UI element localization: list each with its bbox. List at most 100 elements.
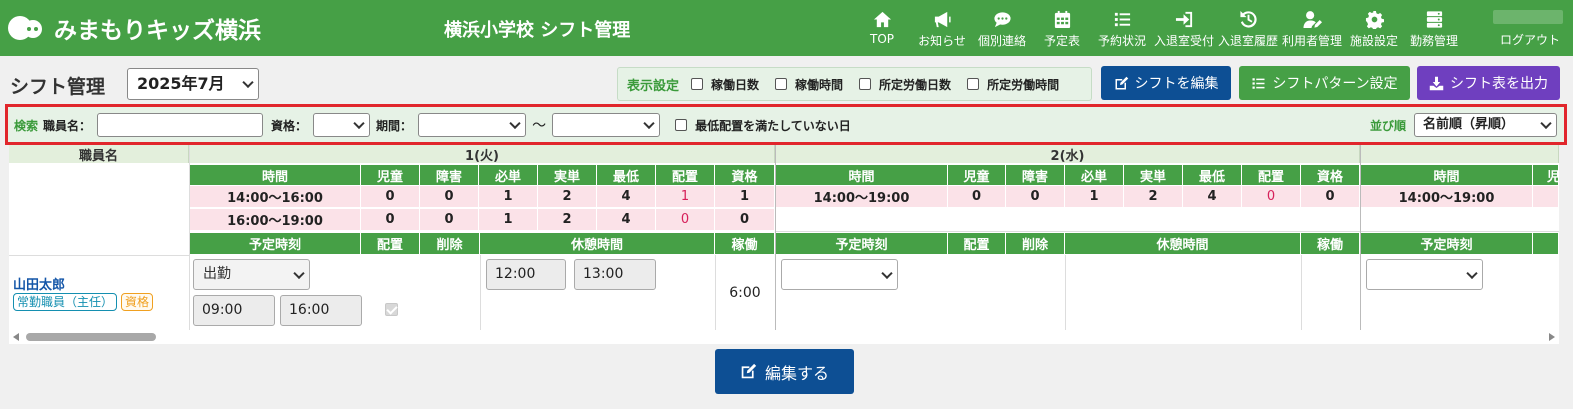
col-required-units: 必単: [1065, 165, 1124, 185]
search-title: 検索: [14, 118, 39, 133]
start-time-input[interactable]: 09:00: [193, 295, 275, 326]
logout-link[interactable]: ログアウト: [1500, 31, 1560, 48]
sort-select[interactable]: 名前順（昇順）: [1414, 113, 1557, 137]
summary-time: 14:00〜16:00: [190, 186, 361, 208]
col-time: 時間: [190, 165, 361, 185]
period-label: 期間：: [376, 118, 413, 133]
qualification-label: 資格：: [271, 118, 308, 133]
period-start-select[interactable]: [418, 113, 527, 137]
break-end-input[interactable]: 13:00: [574, 259, 656, 290]
export-shift-button[interactable]: シフト表を出力: [1417, 66, 1560, 100]
attendance-select[interactable]: [781, 259, 898, 290]
summary-actual: 2: [1124, 186, 1183, 208]
summary-disabled: 0: [420, 209, 479, 231]
summary-qualification: 0: [1301, 186, 1360, 208]
col-children-partial: 児: [1533, 165, 1559, 185]
megaphone-icon: [933, 8, 952, 30]
scroll-left-icon[interactable]: [13, 333, 19, 341]
summary-disabled: 0: [420, 186, 479, 208]
col-minimum: 最低: [597, 165, 656, 185]
horizontal-scrollbar[interactable]: [9, 330, 1559, 344]
checkbox-working-hours[interactable]: [775, 78, 788, 90]
summary-required: 1: [1065, 186, 1124, 208]
chevron-down-icon: [1540, 117, 1552, 130]
col-actual-units: 実単: [538, 165, 597, 185]
nav-facility-settings[interactable]: 施設設定: [1344, 6, 1404, 52]
col-placement: 配置: [361, 233, 420, 254]
calendar-icon: [1053, 8, 1072, 30]
summary-children: 0: [948, 186, 1006, 208]
main-nav: TOP お知らせ 個別連絡 予定表 予約状況 入退室受付 入退室履歴 利用者管理…: [852, 6, 1464, 52]
checkbox-working-days[interactable]: [691, 78, 704, 90]
col-working: 稼働: [1301, 233, 1360, 254]
scroll-right-icon[interactable]: [1549, 333, 1555, 341]
col-children: 児童: [361, 165, 420, 185]
working-hours: 6:00: [729, 284, 761, 301]
checkbox-scheduled-hours[interactable]: [967, 78, 980, 90]
server-icon: [1425, 8, 1444, 30]
attendance-select[interactable]: [1366, 259, 1483, 290]
col-children: 児童: [948, 165, 1006, 185]
min-staff-label: 最低配置を満たしていない日: [695, 118, 851, 133]
min-staff-checkbox[interactable]: [675, 119, 688, 131]
staff-column-header: 職員名: [9, 145, 189, 164]
display-settings: 表示設定 稼働日数 稼働時間 所定労働日数 所定労働時間: [617, 67, 1092, 101]
col-break-time: 休憩時間: [1065, 233, 1301, 254]
logo[interactable]: みまもりキッズ横浜: [8, 12, 261, 44]
nav-schedule[interactable]: 予定表: [1032, 6, 1092, 52]
checkbox-scheduled-days[interactable]: [859, 78, 872, 90]
summary-time: 16:00〜19:00: [190, 209, 361, 231]
history-icon: [1239, 8, 1258, 30]
employment-badge: 常勤職員（主任）: [13, 293, 118, 311]
break-start-input[interactable]: 12:00: [486, 259, 566, 290]
nav-history[interactable]: 入退室履歴: [1216, 6, 1280, 52]
summary-placement: 1: [656, 186, 715, 208]
logo-text: みまもりキッズ横浜: [54, 18, 261, 44]
shift-grid: 職員名 1(火) 時間 児童 障害 必単 実単 最低 配置 資格 14:00〜1…: [9, 145, 1559, 330]
edit-shift-button[interactable]: シフトを編集: [1101, 66, 1231, 100]
nav-messages[interactable]: 個別連絡: [972, 6, 1032, 52]
col-qualification: 資格: [1301, 165, 1360, 185]
edit-icon: [1115, 76, 1128, 89]
user-name-blurred: [1490, 10, 1565, 24]
col-placement: 配置: [1242, 165, 1301, 185]
page-title: シフト管理: [10, 76, 106, 98]
chevron-down-icon: [353, 117, 365, 130]
chevron-down-icon: [643, 117, 655, 130]
scroll-thumb[interactable]: [26, 333, 156, 341]
nav-users[interactable]: 利用者管理: [1280, 6, 1344, 52]
download-icon: [1429, 76, 1444, 90]
summary-placement: 0: [1242, 186, 1301, 208]
end-time-input[interactable]: 16:00: [280, 295, 362, 326]
period-end-select[interactable]: [552, 113, 661, 137]
nav-reservations[interactable]: 予約状況: [1092, 6, 1152, 52]
nav-checkin[interactable]: 入退室受付: [1152, 6, 1216, 52]
summary-children: 0: [361, 209, 420, 231]
summary-disabled: 0: [1006, 186, 1065, 208]
shift-pattern-button[interactable]: シフトパターン設定: [1239, 66, 1410, 100]
user-edit-icon: [1302, 8, 1322, 30]
placement-checkbox[interactable]: [385, 303, 398, 316]
period-separator: 〜: [532, 118, 547, 134]
col-break-time: 休憩時間: [480, 233, 715, 254]
staff-name[interactable]: 山田太郎: [13, 274, 65, 293]
col-working: 稼働: [715, 233, 775, 254]
chevron-down-icon: [293, 267, 305, 279]
month-select[interactable]: 2025年7月: [127, 68, 259, 100]
nav-news[interactable]: お知らせ: [912, 6, 972, 52]
qualification-select[interactable]: [313, 113, 371, 137]
attendance-select[interactable]: 出勤: [193, 259, 310, 290]
edit-button[interactable]: 編集する: [715, 349, 854, 394]
sign-in-icon: [1175, 8, 1194, 30]
col-scheduled-time: 予定時刻: [1361, 233, 1533, 254]
nav-work-management[interactable]: 勤務管理: [1404, 6, 1464, 52]
col-placement: 配置: [656, 165, 715, 185]
staff-name-input[interactable]: [97, 113, 264, 137]
col-disabled: 障害: [1006, 165, 1065, 185]
staff-name-label: 職員名：: [43, 118, 92, 133]
chevron-down-icon: [881, 267, 893, 279]
summary-time: 14:00〜19:00: [776, 186, 948, 208]
col-placement: 配置: [948, 233, 1006, 254]
col-actual-units: 実単: [1124, 165, 1183, 185]
nav-top[interactable]: TOP: [852, 6, 912, 52]
